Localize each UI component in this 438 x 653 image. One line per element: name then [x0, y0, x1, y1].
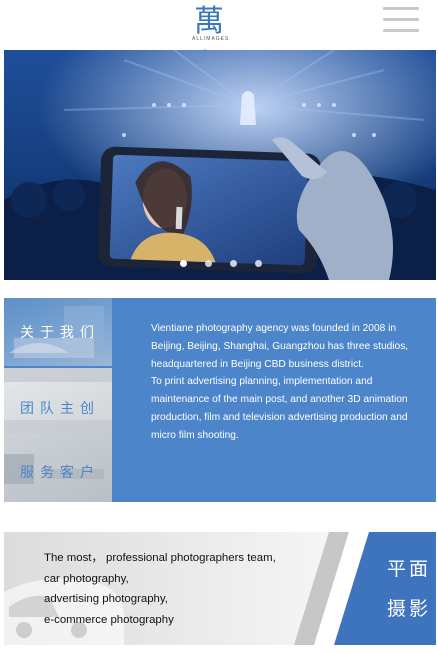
slide-dot-2[interactable]	[205, 260, 212, 267]
promo-line-3: advertising photography,	[44, 593, 168, 605]
tab-clients-label: 服务客户	[20, 464, 100, 480]
menu-bar-top	[383, 7, 419, 10]
slide-dot-3[interactable]	[230, 260, 237, 267]
site-header: 萬象 ALLIMAGES	[0, 0, 438, 83]
menu-bar-bottom	[383, 29, 419, 32]
promo-title-line-1: 平面	[386, 559, 431, 580]
logo-english-text: ALLIMAGES	[192, 36, 230, 42]
concert-phone-image	[4, 50, 436, 280]
promo-line-2: car photography,	[44, 572, 129, 585]
tab-about-us[interactable]: 关于我们	[4, 298, 112, 366]
about-description: Vientiane photography agency was founded…	[151, 320, 419, 445]
tab-clients[interactable]: 服务客户	[4, 434, 112, 502]
slide-indicators	[0, 260, 438, 270]
slide-dot-4[interactable]	[255, 260, 262, 267]
tab-about-us-label: 关于我们	[20, 324, 100, 340]
promo-line-1: The most， professional photographers tea…	[44, 552, 276, 564]
hero-banner-slide[interactable]	[4, 50, 436, 280]
promo-line-4: e-commerce photography	[44, 613, 174, 626]
brand-logo[interactable]: 萬象 ALLIMAGES	[192, 0, 252, 83]
promo-text-lines: The most， professional photographers tea…	[44, 548, 276, 630]
about-paragraph-1: Vientiane photography agency was founded…	[151, 323, 409, 370]
tab-team[interactable]: 团队主创	[4, 368, 112, 436]
hamburger-menu-icon[interactable]	[383, 7, 419, 33]
slide-dot-1[interactable]	[180, 260, 187, 267]
tab-team-label: 团队主创	[20, 400, 100, 416]
about-paragraph-2: To print advertising planning, implement…	[151, 376, 408, 441]
about-tabs: 关于我们 团队主创 服务客户	[4, 298, 112, 502]
menu-bar-middle	[383, 18, 419, 21]
photography-promo-banner[interactable]: The most， professional photographers tea…	[4, 532, 436, 645]
about-section: 关于我们 团队主创 服务客户 Vientiane photography age…	[4, 298, 436, 502]
promo-title-line-2: 摄影	[386, 599, 431, 620]
